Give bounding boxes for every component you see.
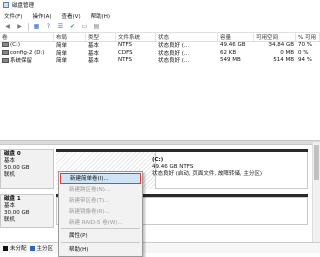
disk-1: 磁盘 1 基本 30.00 GB 联机 bbox=[0, 194, 310, 234]
cell: (C:) bbox=[10, 42, 20, 49]
window-title: 磁盘管理 bbox=[12, 3, 35, 9]
col-layout[interactable]: 布局 bbox=[54, 32, 86, 41]
col-percent-free[interactable]: % 可用 bbox=[296, 32, 320, 41]
back-icon[interactable]: ◀ bbox=[3, 23, 12, 31]
menu-separator bbox=[61, 227, 140, 229]
cell: 基本 bbox=[88, 58, 100, 65]
menu-item-new-spanned-volume[interactable]: 新建跨区卷(N)... bbox=[59, 184, 142, 195]
legend-label: 主分区 bbox=[36, 246, 54, 252]
disk-type: 基本 bbox=[4, 203, 16, 209]
toolbar-separator bbox=[28, 22, 29, 31]
partition-title: (C:) bbox=[152, 157, 164, 163]
col-capacity[interactable]: 容量 bbox=[218, 32, 254, 41]
cell: 549 MB bbox=[220, 57, 241, 64]
menu-help[interactable]: 帮助(H) bbox=[91, 12, 110, 20]
partition-size: 49.46 GB NTFS bbox=[152, 164, 194, 170]
cell: 70 % bbox=[298, 42, 312, 49]
cell: 0 MB bbox=[280, 49, 294, 56]
legend-label: 未分配 bbox=[10, 246, 27, 252]
col-free-space[interactable]: 可用空间 bbox=[254, 32, 296, 41]
cell: 34.84 GB bbox=[268, 42, 294, 49]
legend-bar: 未分配 主分区 bbox=[0, 242, 320, 253]
partition-status: 状态良好 (启动, 页面文件, 故障转储, 主分区) bbox=[152, 171, 263, 177]
disk-size: 50.00 GB bbox=[4, 165, 30, 171]
folder-icon[interactable]: ▭ bbox=[80, 23, 89, 31]
menu-item-new-raid5-volume[interactable]: 新建 RAID-5 卷(W)... bbox=[59, 216, 142, 227]
partition-c[interactable]: (C:) 49.46 GB NTFS 状态良好 (启动, 页面文件, 故障转储,… bbox=[152, 157, 262, 178]
col-status[interactable]: 状态 bbox=[156, 32, 218, 41]
scrollbar-thumb[interactable] bbox=[314, 145, 319, 180]
cell: 状态良好 (... bbox=[158, 58, 190, 65]
menu-file[interactable]: 文件(F) bbox=[4, 12, 22, 20]
menu-bar: 文件(F) 操作(A) 查看(V) 帮助(H) bbox=[0, 11, 320, 20]
col-type[interactable]: 类型 bbox=[86, 32, 116, 41]
cell: config-2 (D:) bbox=[10, 49, 45, 56]
list-icon[interactable]: ☰ bbox=[56, 23, 65, 31]
context-menu: 新建简单卷(I)... 新建跨区卷(N)... 新建带区卷(T)... 新建镜像… bbox=[58, 171, 143, 257]
check-icon[interactable]: ✔ bbox=[68, 23, 77, 31]
toolbar: ◀ ▶ ▦ ? ☰ ✔ ▭ ▤ bbox=[0, 21, 320, 33]
cell: 简单 bbox=[56, 58, 68, 65]
properties-icon[interactable]: ▤ bbox=[92, 23, 101, 31]
col-volume[interactable]: 卷 bbox=[0, 32, 54, 41]
disk-name: 磁盘 1 bbox=[4, 196, 21, 202]
app-icon bbox=[3, 2, 9, 8]
menu-view[interactable]: 查看(V) bbox=[62, 12, 81, 20]
disk-size: 30.00 GB bbox=[4, 210, 30, 216]
cell: 62 KB bbox=[220, 49, 237, 56]
col-filesystem[interactable]: 文件系统 bbox=[116, 32, 156, 41]
disk-name: 磁盘 0 bbox=[4, 151, 21, 157]
volume-list: 卷 布局 类型 文件系统 状态 容量 可用空间 % 可用 (C:) 简单 基本 … bbox=[0, 32, 320, 65]
drive-icon bbox=[2, 58, 9, 64]
grid-icon[interactable]: ▦ bbox=[32, 23, 41, 31]
menu-separator bbox=[61, 241, 140, 243]
disk-0-info[interactable]: 磁盘 0 基本 50.00 GB 联机 bbox=[0, 149, 54, 189]
cell: 49.46 GB bbox=[220, 42, 246, 49]
disk-management-window: 磁盘管理 文件(F) 操作(A) 查看(V) 帮助(H) ◀ ▶ ▦ ? ☰ ✔… bbox=[0, 0, 320, 257]
cell: 系统保留 bbox=[10, 58, 33, 65]
help-icon[interactable]: ? bbox=[44, 23, 53, 31]
disk-state: 联机 bbox=[4, 217, 16, 223]
volume-table-header: 卷 布局 类型 文件系统 状态 容量 可用空间 % 可用 bbox=[0, 32, 320, 42]
legend-primary: 主分区 bbox=[29, 244, 54, 252]
cell: NTFS bbox=[118, 57, 133, 64]
vertical-scrollbar[interactable] bbox=[312, 142, 320, 242]
forward-icon[interactable]: ▶ bbox=[15, 23, 24, 31]
menu-item-properties[interactable]: 属性(P) bbox=[59, 230, 142, 241]
pane-splitter[interactable] bbox=[0, 140, 320, 145]
cell: 94 % bbox=[298, 57, 312, 64]
drive-icon bbox=[2, 42, 9, 48]
legend-swatch bbox=[29, 245, 35, 251]
cell: 514 MB bbox=[273, 57, 294, 64]
disk-1-info[interactable]: 磁盘 1 基本 30.00 GB 联机 bbox=[0, 194, 54, 228]
disk-type: 基本 bbox=[4, 158, 16, 164]
cell: CDFS bbox=[118, 49, 133, 56]
cell: NTFS bbox=[118, 42, 133, 49]
menu-item-new-simple-volume[interactable]: 新建简单卷(I)... bbox=[60, 173, 141, 184]
cell: 0 % bbox=[298, 49, 309, 56]
menu-action[interactable]: 操作(A) bbox=[32, 12, 51, 20]
drive-icon bbox=[2, 49, 9, 55]
menu-item-new-mirrored-volume[interactable]: 新建镜像卷(R)... bbox=[59, 205, 142, 216]
menu-item-help[interactable]: 帮助(H) bbox=[59, 244, 142, 255]
disk-0: 磁盘 0 基本 50.00 GB 联机 (C:) 49.46 GB NTFS 状… bbox=[0, 149, 310, 189]
table-row[interactable]: 系统保留 简单 基本 NTFS 状态良好 (... 549 MB 514 MB … bbox=[0, 57, 320, 65]
menu-item-new-striped-volume[interactable]: 新建带区卷(T)... bbox=[59, 195, 142, 206]
disk-state: 联机 bbox=[4, 172, 16, 178]
legend-swatch bbox=[3, 245, 8, 251]
title-bar: 磁盘管理 bbox=[0, 0, 320, 10]
legend-unallocated: 未分配 bbox=[3, 244, 27, 252]
